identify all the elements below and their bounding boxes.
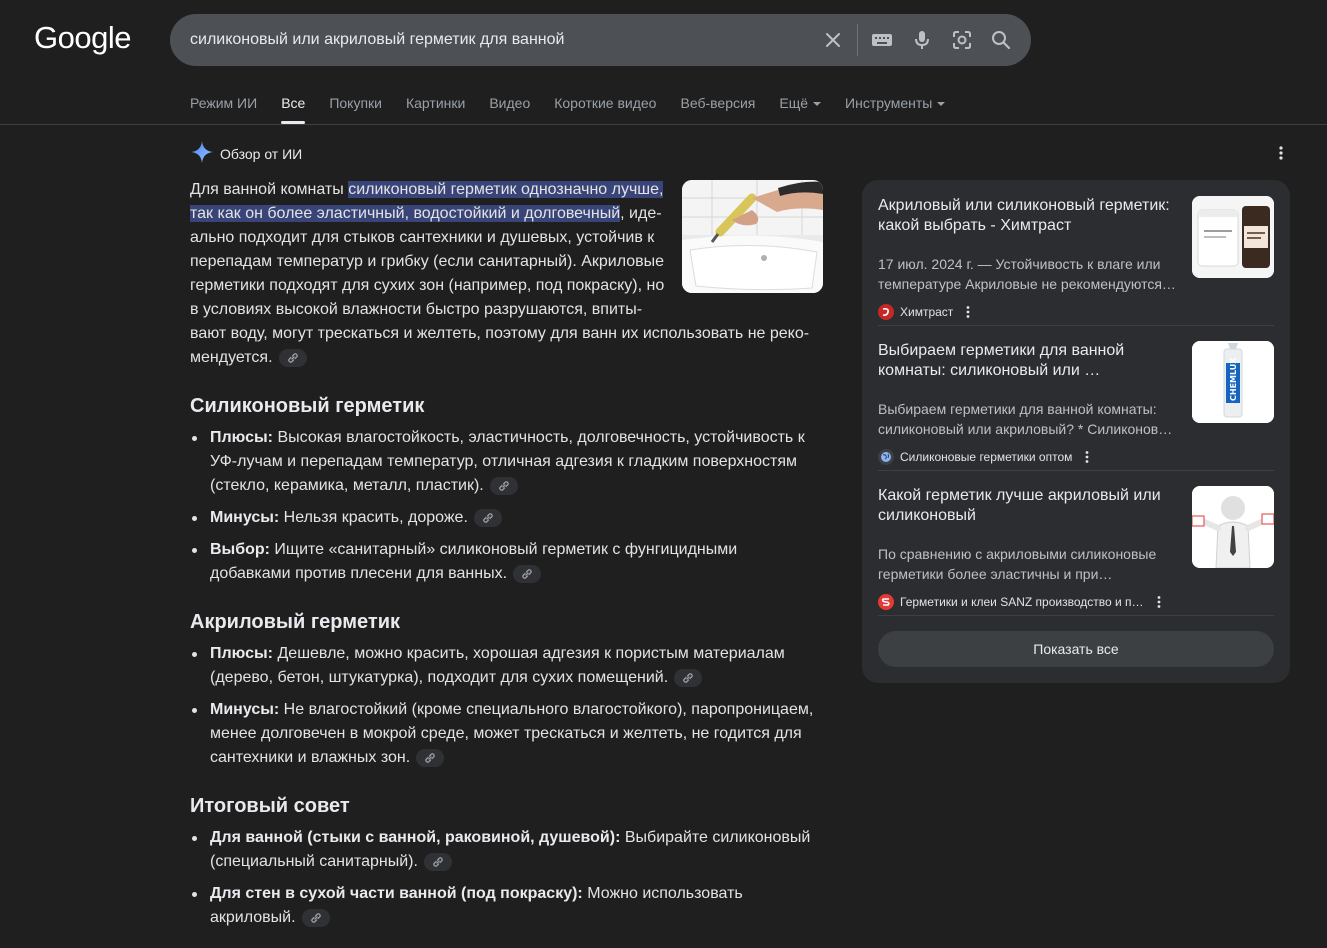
ai-overview-title: Обзор от ИИ (220, 145, 303, 162)
link-icon[interactable] (423, 852, 452, 871)
keyboard-icon[interactable] (870, 28, 894, 52)
sparkle-icon (190, 140, 214, 167)
link-icon[interactable] (416, 748, 445, 767)
link-icon[interactable] (301, 908, 330, 927)
tabs-divider (0, 124, 1327, 125)
source-card[interactable]: Какой герметик лучше акриловый или силик… (878, 486, 1274, 616)
sealant-photo[interactable] (682, 180, 823, 293)
section-heading: Силиконовый герметик (190, 395, 425, 417)
link-icon[interactable] (278, 348, 307, 367)
source-title[interactable]: Какой герметик лучше акриловый или силик… (878, 486, 1178, 526)
google-logo[interactable]: Google (34, 20, 131, 56)
thumb-brand-text: CHEMLUX (1229, 357, 1238, 401)
section-heading: Итоговый совет (190, 795, 350, 817)
search-tabs: Режим ИИ Все Покупки Картинки Видео Коро… (190, 95, 969, 125)
tab-short-videos[interactable]: Короткие видео (554, 95, 656, 125)
tab-ai-mode[interactable]: Режим ИИ (190, 95, 257, 125)
search-bar[interactable] (170, 14, 1031, 66)
more-options-icon[interactable] (1154, 595, 1164, 609)
ai-overview-body: Для ванной комнаты силиконовый герметик … (190, 178, 823, 938)
globe-icon (878, 449, 894, 465)
search-input[interactable] (190, 14, 810, 66)
link-icon[interactable] (473, 508, 502, 527)
more-options-icon[interactable] (1082, 450, 1092, 464)
show-all-button[interactable]: Показать все (878, 631, 1274, 667)
source-snippet: Выбираем герметики для ванной комнаты: с… (878, 401, 1173, 437)
source-snippet: По сравнению с акриловыми силиконовые ге… (878, 546, 1157, 582)
favicon-icon (878, 594, 894, 610)
list-item: Выбор: Ищите «санитарный» силиконовый ге… (190, 538, 815, 586)
card-divider (878, 615, 1274, 616)
mic-icon[interactable] (910, 28, 934, 52)
tab-web[interactable]: Веб-версия (680, 95, 755, 125)
sources-panel: Акриловый или силиконовый герметик: како… (862, 180, 1290, 683)
search-icon[interactable] (989, 28, 1013, 52)
source-title[interactable]: Акриловый или силиконовый герметик: како… (878, 196, 1178, 236)
card-divider (878, 325, 1274, 326)
source-thumbnail[interactable]: CHEMLUX (1192, 341, 1274, 423)
link-icon[interactable] (674, 668, 703, 687)
tab-images[interactable]: Картинки (406, 95, 465, 125)
section-list: Для ванной (стыки с ванной, раковиной, д… (190, 826, 815, 930)
list-item: Для стен в сухой части ванной (под покра… (190, 882, 815, 930)
list-item: Минусы: Нельзя красить, дороже. (190, 506, 815, 530)
section-list: Плюсы: Высокая влагостойкость, эластично… (190, 426, 815, 586)
tab-videos[interactable]: Видео (489, 95, 530, 125)
source-card[interactable]: Выбираем герметики для ванной комнаты: с… (878, 341, 1274, 471)
source-card[interactable]: Акриловый или силиконовый герметик: како… (878, 196, 1274, 326)
section-heading: Акриловый герметик (190, 611, 401, 633)
more-options-icon[interactable] (963, 305, 973, 319)
more-options-icon[interactable] (1271, 145, 1291, 161)
search-divider (857, 24, 858, 56)
card-divider (878, 470, 1274, 471)
tab-tools[interactable]: Инструменты (845, 95, 946, 125)
link-icon[interactable] (489, 476, 518, 495)
source-title[interactable]: Выбираем герметики для ванной комнаты: с… (878, 341, 1178, 381)
section-list: Плюсы: Дешевле, можно красить, хорошая а… (190, 642, 815, 770)
ai-overview-header: Обзор от ИИ (190, 140, 302, 167)
favicon-icon (878, 304, 894, 320)
chevron-down-icon (937, 102, 946, 106)
lens-icon[interactable] (950, 28, 974, 52)
source-thumbnail[interactable] (1192, 486, 1274, 568)
list-item: Минусы: Не влагостойкий (кроме специальн… (190, 698, 815, 770)
source-site[interactable]: Герметики и клеи SANZ производство и п… (878, 594, 1164, 610)
list-item: Плюсы: Высокая влагостойкость, эластично… (190, 426, 815, 498)
source-site[interactable]: Химтраст (878, 304, 973, 320)
list-item: Для ванной (стыки с ванной, раковиной, д… (190, 826, 815, 874)
list-item: Плюсы: Дешевле, можно красить, хорошая а… (190, 642, 815, 690)
tab-all[interactable]: Все (281, 95, 306, 125)
source-snippet: 17 июл. 2024 г. — Устойчивость к влаге и… (878, 256, 1176, 292)
close-icon[interactable] (821, 28, 845, 52)
source-site[interactable]: Силиконовые герметики оптом (878, 449, 1092, 465)
link-icon[interactable] (513, 564, 542, 583)
tab-more[interactable]: Ещё (779, 95, 822, 125)
tab-shopping[interactable]: Покупки (329, 95, 382, 125)
chevron-down-icon (813, 102, 822, 106)
source-thumbnail[interactable] (1192, 196, 1274, 278)
